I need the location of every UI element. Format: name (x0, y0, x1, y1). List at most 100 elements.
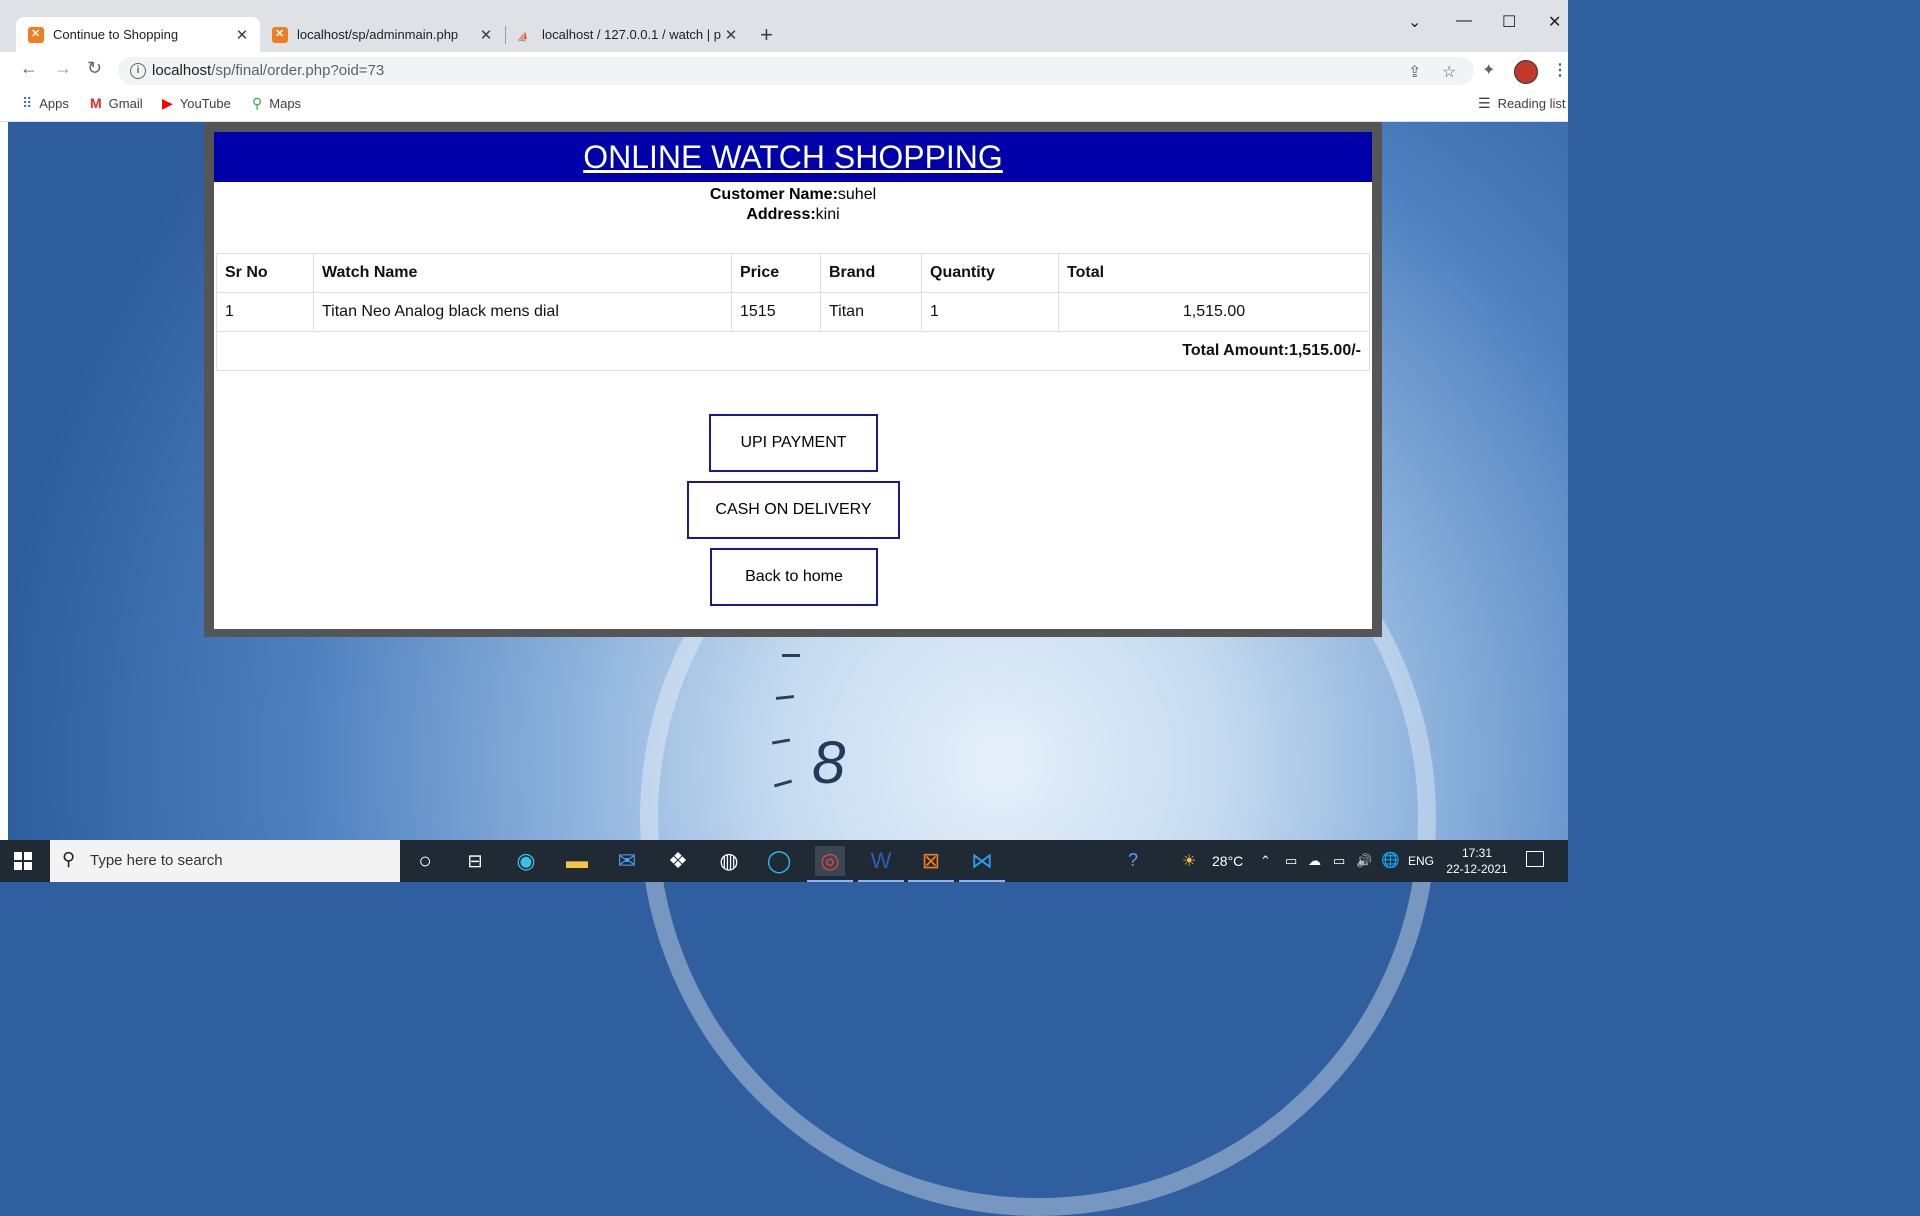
total-amount: Total Amount:1,515.00/- (216, 331, 1370, 371)
column-header-watch-name: Watch Name (313, 253, 732, 293)
address-value: kini (815, 206, 840, 223)
cell-total: 1,515.00 (1058, 292, 1370, 332)
dropbox-icon[interactable]: ❖ (663, 846, 693, 876)
profile-avatar[interactable] (1514, 60, 1538, 84)
customer-name-label: Customer Name: (709, 186, 838, 203)
order-panel: ONLINE WATCH SHOPPING Customer Name:suhe… (204, 122, 1382, 637)
bookmark-maps[interactable]: ⚲ Maps (252, 95, 301, 112)
address-line: Address:kini (214, 205, 1372, 225)
language-indicator[interactable]: ENG (1408, 854, 1434, 868)
upi-payment-button[interactable]: UPI PAYMENT (709, 414, 878, 472)
menu-kebab-icon[interactable]: ⋮ (1552, 60, 1568, 80)
maximize-button[interactable]: ☐ (1502, 12, 1516, 32)
total-amount-row: Total Amount:1,515.00/- (216, 331, 1370, 371)
xampp-taskbar-icon[interactable]: ⊠ (908, 846, 954, 882)
site-banner: ONLINE WATCH SHOPPING (214, 132, 1372, 182)
bookmark-apps[interactable]: ⠿ Apps (22, 95, 69, 112)
column-header-brand: Brand (820, 253, 922, 293)
cell-quantity: 1 (921, 292, 1059, 332)
url-text[interactable]: localhost/sp/final/order.php?oid=73 (152, 62, 384, 79)
close-icon[interactable]: ✕ (721, 26, 741, 44)
task-view-icon[interactable]: ⊟ (460, 846, 490, 876)
phpmyadmin-icon: ⛵ (517, 31, 529, 42)
xampp-icon (272, 26, 288, 43)
windows-start-icon[interactable] (14, 852, 32, 870)
file-explorer-icon[interactable]: ▬ (562, 846, 592, 876)
close-icon[interactable]: ✕ (232, 26, 252, 44)
tab-adminmain[interactable]: localhost/sp/adminmain.php ✕ (260, 17, 504, 52)
wallpaper-clock-numeral: 8 (812, 729, 846, 796)
table-row: 1 Titan Neo Analog black mens dial 1515 … (216, 292, 1370, 332)
cortana-ring-icon[interactable]: ◯ (764, 846, 794, 876)
minimize-button[interactable]: — (1456, 12, 1472, 30)
new-tab-button[interactable]: + (760, 22, 773, 48)
back-button[interactable]: ← (20, 58, 38, 79)
cell-price: 1515 (731, 292, 821, 332)
bookmark-label: Maps (269, 96, 302, 111)
site-info-icon[interactable]: i (130, 63, 146, 79)
github-desktop-icon[interactable]: ◍ (714, 846, 744, 876)
close-icon[interactable]: ✕ (476, 26, 496, 44)
apps-grid-icon: ⠿ (22, 95, 33, 111)
tab-phpmyadmin[interactable]: ⛵ localhost / 127.0.0.1 / watch | php ✕ (505, 17, 749, 52)
gmail-icon: M (90, 95, 102, 111)
tray-chevron-up-icon[interactable]: ⌃ (1260, 853, 1271, 869)
cortana-circle-icon[interactable]: ○ (410, 846, 440, 876)
taskbar-search-box[interactable]: ⚲ Type here to search (50, 840, 400, 882)
site-title: ONLINE WATCH SHOPPING (583, 139, 1003, 175)
taskbar-clock[interactable]: 17:31 22-12-2021 (1440, 845, 1514, 877)
reading-list-label: Reading list (1497, 96, 1566, 111)
column-header-quantity: Quantity (921, 253, 1059, 293)
window-close-button[interactable]: ✕ (1548, 12, 1561, 32)
bookmark-label: Gmail (108, 95, 143, 111)
weather-temperature[interactable]: 28°C (1212, 853, 1243, 869)
reading-list-icon: ☰ (1478, 95, 1491, 111)
battery-icon[interactable]: ▭ (1333, 853, 1345, 869)
vscode-icon[interactable]: ⋈ (959, 846, 1005, 882)
order-table: Sr No Watch Name Price Brand Quantity To… (216, 253, 1370, 371)
bookmark-label: Apps (39, 96, 69, 111)
left-edge-strip (0, 122, 8, 840)
youtube-icon: ▶ (162, 95, 173, 111)
customer-info: Customer Name:suhel Address:kini (214, 185, 1372, 225)
address-bar[interactable]: i localhost/sp/final/order.php?oid=73 ⇪ … (118, 57, 1474, 85)
forward-button[interactable]: → (54, 58, 72, 79)
volume-icon[interactable]: 🔊 (1356, 853, 1372, 869)
cell-watch-name: Titan Neo Analog black mens dial (313, 292, 732, 332)
weather-icon[interactable]: ☀ (1182, 851, 1196, 871)
word-icon[interactable]: W (858, 846, 904, 882)
column-header-total: Total (1058, 253, 1370, 293)
column-header-price: Price (731, 253, 821, 293)
bookmark-star-icon[interactable]: ☆ (1442, 62, 1456, 82)
cell-sr-no: 1 (216, 292, 314, 332)
chrome-icon[interactable]: ◎ (807, 846, 853, 882)
onedrive-cloud-icon[interactable]: ☁ (1308, 853, 1321, 869)
address-label: Address: (746, 206, 816, 223)
clock-time: 17:31 (1461, 846, 1493, 860)
windows-taskbar: ⚲ Type here to search ○ ⊟ ◉ ▬ ✉ ❖ ◍ ◯ ◎ … (0, 840, 1568, 882)
notification-center-icon[interactable] (1526, 851, 1544, 867)
help-icon[interactable]: ? (1128, 850, 1138, 871)
tab-continue-shopping[interactable]: Continue to Shopping ✕ (16, 17, 260, 52)
column-header-sr-no: Sr No (216, 253, 314, 293)
customer-name-value: suhel (837, 186, 877, 203)
extensions-puzzle-icon[interactable]: ✦ (1482, 60, 1495, 80)
bookmarks-bar (0, 88, 1568, 122)
edge-browser-icon[interactable]: ◉ (511, 846, 541, 876)
bookmark-gmail[interactable]: M Gmail (90, 95, 143, 111)
bookmark-label: YouTube (179, 96, 231, 111)
bookmark-youtube[interactable]: ▶ YouTube (162, 95, 231, 112)
tab-title: localhost/sp/adminmain.php (297, 27, 459, 42)
network-globe-icon[interactable]: 🌐 (1381, 851, 1400, 869)
customer-name-line: Customer Name:suhel (214, 185, 1372, 205)
search-placeholder: Type here to search (90, 852, 223, 869)
back-to-home-button[interactable]: Back to home (710, 548, 878, 606)
share-icon[interactable]: ⇪ (1408, 62, 1421, 82)
url-path: /sp/final/order.php?oid=73 (211, 62, 385, 79)
cash-on-delivery-button[interactable]: CASH ON DELIVERY (687, 481, 900, 539)
tray-device-icon[interactable]: ▭ (1285, 853, 1297, 869)
mail-icon[interactable]: ✉ (612, 846, 642, 876)
tab-search-chevron-icon[interactable]: ⌄ (1408, 12, 1421, 32)
reload-button[interactable]: ↻ (87, 58, 102, 79)
reading-list-button[interactable]: ☰ Reading list (1478, 95, 1566, 112)
